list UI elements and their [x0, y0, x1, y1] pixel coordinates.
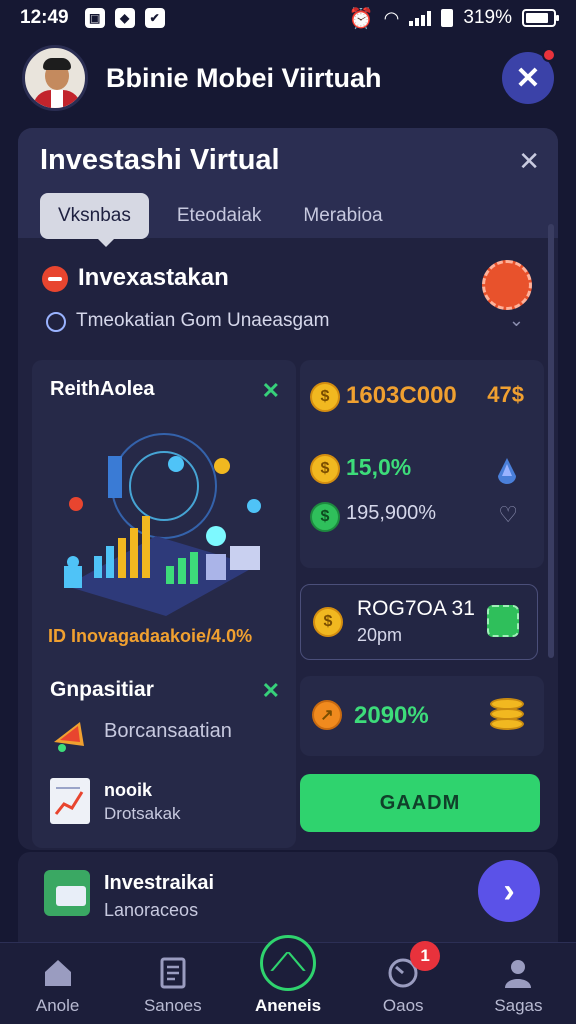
tab-vksnbas[interactable]: Vksnbas	[40, 193, 149, 247]
list-item[interactable]: Investraikai Lanoraceos ›	[18, 852, 558, 942]
info-icon	[46, 312, 66, 332]
close-icon: ✕	[515, 61, 541, 95]
nav-item-home[interactable]: Anole	[0, 943, 115, 1024]
section-title: Invexastakan	[78, 264, 229, 291]
card-title: Investashi Virtual	[40, 144, 280, 176]
refresh-button[interactable]	[482, 260, 532, 310]
coin-icon: $	[310, 454, 340, 484]
report-chart-icon	[50, 778, 90, 824]
plane-icon	[42, 266, 68, 292]
scrollbar[interactable]	[548, 224, 554, 658]
nav-item-history[interactable]: 1 Oaos	[346, 941, 461, 1024]
list-item-subtitle: Lanoraceos	[104, 900, 199, 920]
app-notification-icon: ◆	[114, 8, 135, 28]
panel-stat: ID Inovagadaakoie/4.0%	[48, 626, 253, 646]
coin-icon: $	[310, 502, 340, 532]
nav-label: Sagas	[494, 996, 543, 1015]
balance-suffix: 47$	[487, 382, 524, 407]
document-icon	[160, 957, 186, 989]
app-title: Bbinie Mobei Viirtuah	[106, 62, 382, 93]
battery-percent: 319%	[463, 7, 512, 28]
panel-title: ReithAolea	[50, 378, 155, 400]
wallet-icon	[44, 870, 90, 916]
heart-icon[interactable]: ♡	[498, 502, 518, 528]
stamp-icon	[487, 605, 519, 637]
return-value: 195,900%	[346, 502, 437, 524]
app-notification-icon: ▣	[84, 8, 105, 28]
header-close-button[interactable]: ✕	[502, 48, 556, 104]
section-subtitle: Tmeokatian Gom Unaeasgam	[76, 310, 330, 331]
signal-icon	[409, 10, 432, 26]
balance-value: 1603C000	[346, 382, 457, 409]
action-button[interactable]: GAADM	[300, 774, 540, 832]
invest-icon: ⟋⟍	[260, 935, 316, 991]
nav-label: Anole	[35, 996, 80, 1015]
stats-panel: $ 1603C000 47$ $ 15,0% $ 195,900% ♡	[300, 360, 544, 568]
card-close-icon[interactable]: ✕	[518, 146, 540, 177]
record-title: ROG7OA 31	[357, 597, 475, 620]
app-header: Bbinie Mobei Viirtuah ✕	[0, 42, 576, 114]
record-card[interactable]: $ ROG7OA 31 20pm	[300, 584, 538, 660]
sim-icon	[441, 9, 454, 27]
chevron-down-icon[interactable]: ⌄	[509, 310, 524, 331]
nav-item-invest[interactable]: ⟋⟍ Aneneis	[230, 935, 345, 1024]
wifi-icon: ◠	[383, 7, 400, 28]
coin-icon: $	[310, 382, 340, 412]
percent-value: 2090%	[354, 702, 429, 729]
tab-merabioa[interactable]: Merabioa	[289, 193, 396, 239]
nav-label: Oaos	[382, 996, 424, 1015]
tab-eteodaiak[interactable]: Eteodaiak	[163, 193, 276, 239]
list-item-title: Investraikai	[104, 872, 215, 894]
nav-label: Aneneis	[254, 996, 322, 1015]
arrow-right-button[interactable]: ›	[478, 860, 540, 922]
bottom-nav: Anole Sanoes ⟋⟍ Aneneis 1 Oaos Sagas	[0, 935, 576, 1024]
percent-card: ↗ 2090%	[300, 676, 544, 756]
panel-item-title[interactable]: nooik	[104, 780, 152, 801]
profile-icon	[505, 960, 532, 988]
nav-item-profile[interactable]: Sagas	[461, 943, 576, 1024]
status-bar: 12:49 ▣ ◆ ✔ ⏰ ◠ 319%	[0, 0, 576, 36]
panel-item-subtitle: Drotsakak	[104, 804, 181, 823]
app-notification-icon: ✔	[144, 8, 165, 28]
investment-illustration	[64, 433, 261, 616]
section-subtitle-row[interactable]: Tmeokatian Gom Unaeasgam ⌄	[42, 310, 532, 342]
battery-icon	[522, 9, 559, 27]
coin-icon: ↗	[312, 700, 342, 730]
panel-item[interactable]: Borcansaatian	[104, 720, 232, 743]
close-icon[interactable]: ✕	[262, 378, 280, 404]
coin-icon: $	[313, 607, 343, 637]
megaphone-icon	[54, 722, 84, 752]
nav-item-documents[interactable]: Sanoes	[115, 943, 230, 1024]
status-time: 12:49	[20, 7, 69, 28]
close-icon[interactable]: ✕	[262, 678, 280, 704]
card-header: Investashi Virtual ✕ Vksnbas Eteodaiak M…	[18, 128, 558, 247]
alarm-icon: ⏰	[348, 7, 374, 30]
home-icon	[44, 960, 71, 986]
tab-bar: Vksnbas Eteodaiak Merabioa	[40, 193, 536, 247]
growth-value: 15,0%	[346, 454, 412, 480]
notification-badge: 1	[410, 941, 441, 971]
panel-title-2: Gnpasitiar	[50, 678, 154, 701]
left-panel: ReithAolea ✕ ID Inovagadaakoie/4.0% Gnpa…	[32, 360, 296, 848]
nav-label: Sanoes	[143, 996, 202, 1015]
drop-icon	[498, 458, 516, 484]
notification-dot	[542, 48, 556, 62]
investment-card: Investashi Virtual ✕ Vksnbas Eteodaiak M…	[18, 128, 558, 850]
avatar[interactable]	[22, 45, 88, 111]
record-time: 20pm	[357, 625, 403, 645]
coin-stack-icon	[490, 696, 524, 732]
